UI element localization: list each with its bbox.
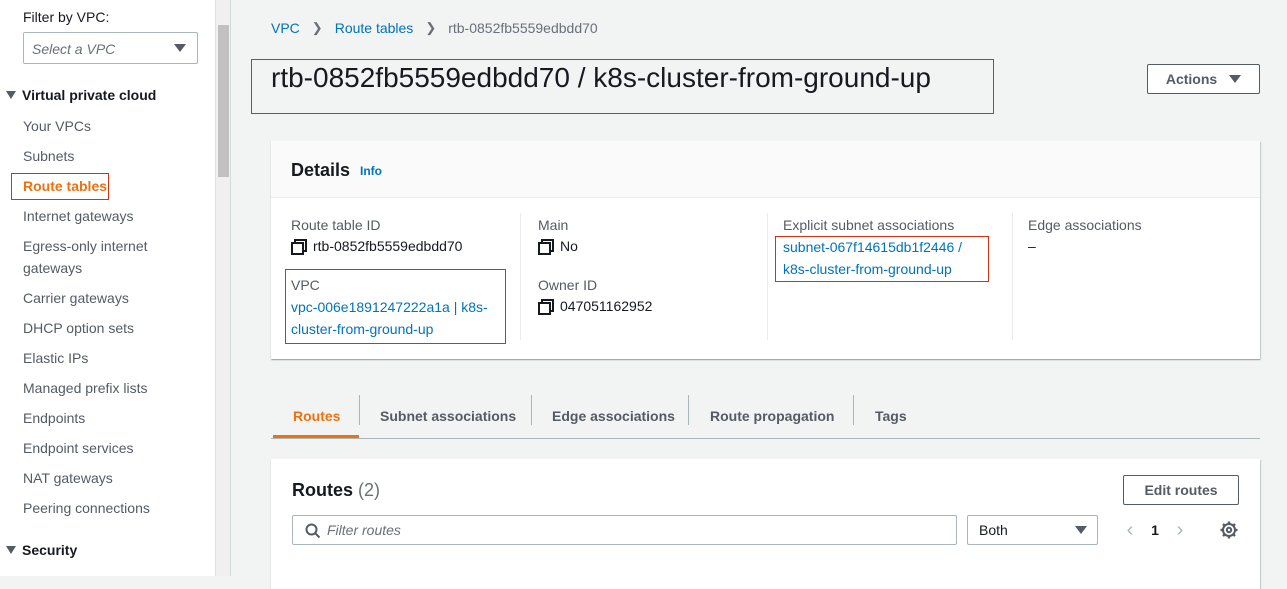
section-label: Security [22, 542, 78, 558]
breadcrumb: VPC ❯ Route tables ❯ rtb-0852fb5559edbdd… [271, 20, 598, 36]
edge-associations-label: Edge associations [1028, 217, 1142, 233]
actions-label: Actions [1165, 71, 1218, 87]
section-security[interactable]: Security [6, 542, 77, 558]
filter-routes-input[interactable]: Filter routes [292, 515, 957, 545]
sidebar-item-your-vpcs[interactable]: Your VPCs [23, 115, 203, 137]
edit-routes-button[interactable]: Edit routes [1123, 475, 1239, 505]
sidebar-item-internet-gateways[interactable]: Internet gateways [23, 205, 203, 227]
actions-button[interactable]: Actions [1147, 64, 1260, 94]
search-icon [305, 523, 321, 539]
routes-title-text: Routes [292, 480, 354, 500]
caret-down-icon [6, 91, 16, 99]
sidebar-item-peering-connections[interactable]: Peering connections [23, 497, 203, 519]
main-label: Main [538, 217, 569, 233]
tab-subnet-associations[interactable]: Subnet associations [380, 393, 516, 439]
sidebar-item-egress-only-internet-gateways[interactable]: Egress-only internet gateways [23, 235, 173, 279]
tab-divider [359, 395, 360, 425]
route-table-id-value: rtb-0852fb5559edbdd70 [291, 238, 463, 255]
sidebar-item-elastic-ips[interactable]: Elastic IPs [23, 347, 203, 369]
sidebar-item-endpoints[interactable]: Endpoints [23, 407, 203, 429]
route-type-select-value: Both [979, 522, 1008, 538]
explicit-subnet-associations-label: Explicit subnet associations [783, 217, 955, 233]
tab-divider [531, 395, 532, 425]
chevron-right-icon: ❯ [311, 20, 323, 35]
owner-id-text: 047051162952 [560, 298, 653, 314]
sidebar-item-carrier-gateways[interactable]: Carrier gateways [23, 287, 203, 309]
title-highlight [251, 59, 994, 114]
filter-by-vpc-label: Filter by VPC: [23, 9, 110, 25]
breadcrumb-route-tables[interactable]: Route tables [335, 20, 414, 36]
breadcrumb-vpc[interactable]: VPC [271, 20, 300, 36]
vpc-highlight [285, 269, 506, 344]
chevron-left-icon[interactable]: ‹ [1117, 517, 1143, 543]
column-divider [520, 213, 521, 340]
routes-panel: Routes (2) Edit routes Filter routes Bot… [271, 459, 1260, 589]
sidebar-item-endpoint-services[interactable]: Endpoint services [23, 437, 203, 459]
sidebar-item-dhcp-option-sets[interactable]: DHCP option sets [23, 317, 203, 339]
chevron-down-icon [1075, 526, 1087, 534]
breadcrumb-current: rtb-0852fb5559edbdd70 [448, 20, 598, 36]
route-tables-highlight [11, 173, 109, 200]
active-tab-indicator [273, 435, 359, 438]
sidebar-item-subnets[interactable]: Subnets [23, 145, 203, 167]
scrollbar-thumb[interactable] [218, 25, 229, 177]
routes-title: Routes (2) [292, 480, 380, 501]
sidebar-item-nat-gateways[interactable]: NAT gateways [23, 467, 203, 489]
caret-down-icon [1229, 75, 1242, 83]
vpc-select[interactable]: Select a VPC [23, 32, 198, 64]
sidebar-item-managed-prefix-lists[interactable]: Managed prefix lists [23, 377, 203, 399]
routes-count: (2) [358, 480, 381, 500]
copy-icon[interactable] [291, 239, 307, 255]
tab-route-propagation[interactable]: Route propagation [710, 393, 834, 439]
chevron-down-icon [174, 44, 186, 52]
copy-icon[interactable] [538, 299, 554, 315]
tab-tags[interactable]: Tags [875, 393, 907, 439]
main-value-text: No [560, 238, 578, 254]
pagination: ‹ 1 › [1117, 517, 1193, 543]
edge-associations-value: – [1028, 238, 1036, 254]
info-link[interactable]: Info [360, 164, 382, 178]
chevron-right-icon[interactable]: › [1167, 517, 1193, 543]
column-divider [767, 213, 768, 340]
tab-edge-associations[interactable]: Edge associations [552, 393, 675, 439]
filter-routes-placeholder: Filter routes [327, 522, 401, 538]
subnet-highlight [775, 236, 989, 282]
tab-bar: Routes Subnet associations Edge associat… [271, 393, 1260, 439]
owner-id-value: 047051162952 [538, 298, 653, 315]
column-divider [1012, 213, 1013, 340]
caret-down-icon [6, 546, 16, 554]
route-table-id-label: Route table ID [291, 217, 381, 233]
details-header: Details Info [271, 141, 1260, 198]
route-type-select[interactable]: Both [967, 515, 1098, 545]
sidebar-scrollbar[interactable] [215, 0, 231, 576]
copy-icon[interactable] [538, 239, 554, 255]
current-page[interactable]: 1 [1143, 522, 1167, 538]
gear-icon[interactable] [1220, 521, 1238, 539]
chevron-right-icon: ❯ [425, 20, 437, 35]
owner-id-label: Owner ID [538, 277, 598, 293]
route-table-id-text: rtb-0852fb5559edbdd70 [313, 238, 463, 254]
sidebar: Filter by VPC: Select a VPC Virtual priv… [0, 0, 215, 576]
tab-divider [853, 395, 854, 425]
section-virtual-private-cloud[interactable]: Virtual private cloud [6, 87, 156, 103]
section-label: Virtual private cloud [22, 87, 157, 103]
tab-routes[interactable]: Routes [293, 393, 340, 439]
tab-divider [688, 395, 689, 425]
details-title: Details [291, 160, 351, 180]
main-value: No [538, 238, 578, 255]
vpc-select-placeholder: Select a VPC [32, 41, 116, 57]
